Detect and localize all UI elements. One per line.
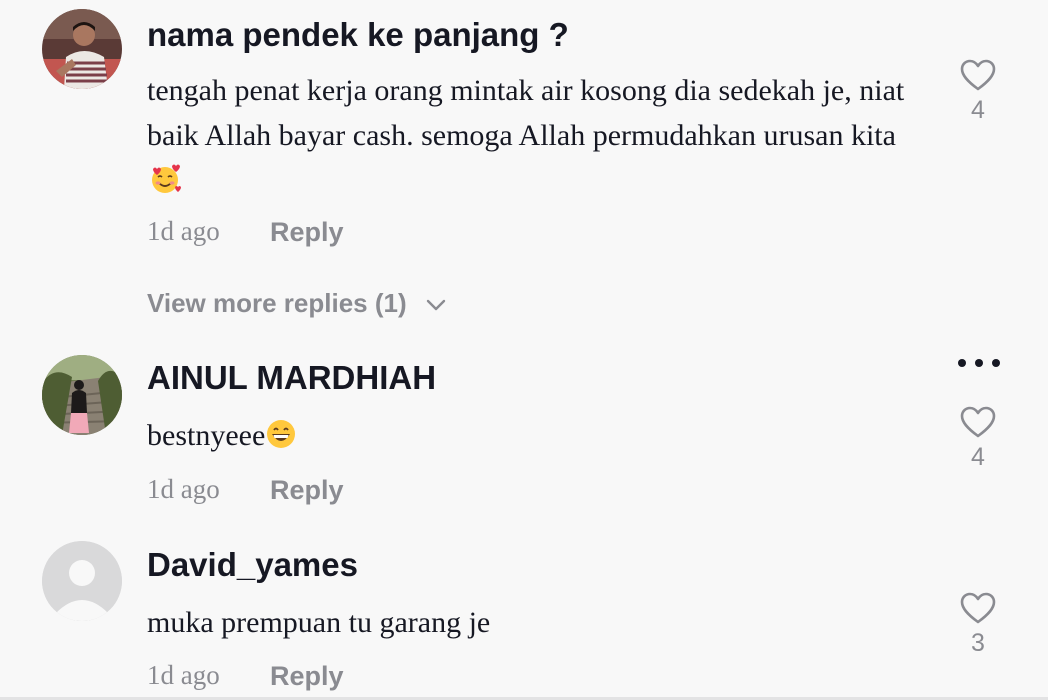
like-count: 4: [971, 443, 985, 471]
like-count: 4: [971, 96, 985, 124]
default-avatar-icon: [42, 541, 122, 621]
comment-text: bestnyeee: [147, 413, 917, 458]
avatar[interactable]: [42, 9, 122, 89]
comment-username[interactable]: David_yames: [147, 546, 358, 584]
view-more-replies-button[interactable]: View more replies (1): [147, 288, 446, 319]
reply-button[interactable]: Reply: [270, 217, 344, 248]
avatar[interactable]: [42, 541, 122, 621]
comment-text: tengah penat kerja orang mintak air koso…: [147, 68, 927, 203]
like-button[interactable]: 3: [948, 591, 1008, 658]
chevron-down-icon: [426, 299, 446, 311]
more-dots-icon[interactable]: [956, 355, 1002, 371]
comment-timestamp: 1d ago: [147, 216, 220, 246]
grinning-face-icon: [267, 420, 296, 448]
like-button[interactable]: 4: [948, 58, 1008, 125]
comment-timestamp: 1d ago: [147, 474, 220, 504]
smiling-face-with-hearts-icon: [152, 164, 181, 193]
like-count: 3: [971, 629, 985, 657]
comment-timestamp: 1d ago: [147, 660, 220, 690]
comment-text-body: tengah penat kerja orang mintak air koso…: [147, 74, 905, 152]
heart-outline-icon: [960, 406, 996, 438]
like-button[interactable]: 4: [948, 405, 1008, 472]
heart-outline-icon: [960, 592, 996, 624]
comment-text-body: bestnyeee: [147, 419, 266, 452]
comment-username[interactable]: nama pendek ke panjang ?: [147, 16, 569, 54]
reply-button[interactable]: Reply: [270, 475, 344, 506]
heart-outline-icon: [960, 59, 996, 91]
comment-username[interactable]: AINUL MARDHIAH: [147, 359, 436, 397]
comment-text: muka prempuan tu garang je: [147, 600, 917, 645]
avatar[interactable]: [42, 355, 122, 435]
reply-button[interactable]: Reply: [270, 661, 344, 692]
comment-text-body: muka prempuan tu garang je: [147, 606, 491, 639]
view-more-replies-label: View more replies (1): [147, 288, 407, 318]
